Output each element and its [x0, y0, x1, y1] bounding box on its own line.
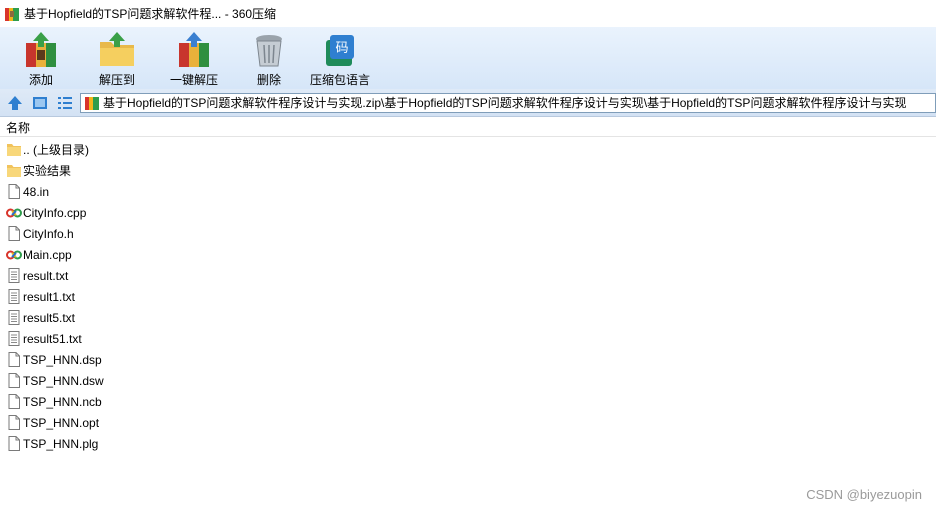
file-list: .. (上级目录) 实验结果 48.in CityInfo.cpp CityInfo.h… — [0, 139, 936, 454]
list-item[interactable]: 实验结果 — [0, 160, 936, 181]
address-bar[interactable]: 基于Hopfield的TSP问题求解软件程序设计与实现.zip\基于Hopfie… — [80, 92, 936, 113]
list-item[interactable]: TSP_HNN.dsp — [0, 349, 936, 370]
file-icon — [8, 184, 20, 199]
file-name: TSP_HNN.opt — [23, 415, 100, 430]
file-icon — [8, 436, 20, 451]
file-name: result51.txt — [23, 331, 82, 346]
list-header: 名称 — [0, 118, 936, 137]
file-name: result5.txt — [23, 310, 76, 325]
text-file-icon — [8, 331, 20, 346]
list-item[interactable]: TSP_HNN.ncb — [0, 391, 936, 412]
file-name: CityInfo.cpp — [23, 205, 87, 220]
watermark: CSDN @biyezuopin — [806, 487, 922, 502]
text-file-icon — [8, 289, 20, 304]
list-item[interactable]: TSP_HNN.opt — [0, 412, 936, 433]
list-item[interactable]: Main.cpp — [0, 244, 936, 265]
list-item[interactable]: CityInfo.h — [0, 223, 936, 244]
add-archive-icon — [26, 32, 56, 67]
archive-app-icon — [5, 7, 19, 21]
file-icon — [8, 394, 20, 409]
extract-to-label: 解压到 — [98, 73, 135, 87]
file-icon — [8, 226, 20, 241]
folder-icon — [7, 165, 21, 177]
comment-icon-glyph: 码 — [335, 41, 348, 56]
address-row: 基于Hopfield的TSP问题求解软件程序设计与实现.zip\基于Hopfie… — [0, 89, 936, 117]
file-name: Main.cpp — [23, 247, 72, 262]
list-item[interactable]: 48.in — [0, 181, 936, 202]
file-name: result.txt — [23, 268, 69, 283]
archive-comment-label: 压缩包语言 — [310, 73, 371, 87]
file-name: 实验结果 — [23, 164, 72, 178]
list-item[interactable]: CityInfo.cpp — [0, 202, 936, 223]
delete-button[interactable]: 删除 — [249, 27, 289, 89]
file-name: TSP_HNN.plg — [23, 436, 99, 451]
zip-archive-icon — [85, 96, 99, 110]
text-file-icon — [8, 310, 20, 325]
one-click-extract-button[interactable]: 一键解压 — [168, 27, 220, 89]
large-icon-view-icon[interactable] — [31, 94, 49, 112]
archive-comment-icon: 码 — [326, 35, 354, 66]
list-item[interactable]: result51.txt — [0, 328, 936, 349]
add-label: 添加 — [28, 73, 53, 87]
file-name: .. (上级目录) — [23, 143, 89, 157]
list-item[interactable]: TSP_HNN.dsw — [0, 370, 936, 391]
file-name: TSP_HNN.dsw — [23, 373, 104, 388]
list-item[interactable]: .. (上级目录) — [0, 139, 936, 160]
file-name: CityInfo.h — [23, 226, 74, 241]
file-icon — [8, 373, 20, 388]
extract-folder-icon — [100, 32, 134, 66]
file-name: result1.txt — [23, 289, 76, 304]
list-item[interactable]: result1.txt — [0, 286, 936, 307]
add-button[interactable]: 添加 — [21, 27, 61, 89]
cpp-file-icon — [6, 250, 22, 260]
file-icon — [8, 352, 20, 367]
window-title: 基于Hopfield的TSP问题求解软件程... - 360压缩 — [24, 7, 277, 21]
list-view-icon[interactable] — [56, 94, 74, 112]
file-name: TSP_HNN.dsp — [23, 352, 102, 367]
one-click-extract-icon — [179, 32, 209, 67]
extract-to-button[interactable]: 解压到 — [97, 27, 137, 89]
file-name: TSP_HNN.ncb — [23, 394, 102, 409]
list-item[interactable]: TSP_HNN.plg — [0, 433, 936, 454]
file-name: 48.in — [23, 184, 50, 199]
one-click-extract-label: 一键解压 — [169, 73, 218, 87]
title-bar: 基于Hopfield的TSP问题求解软件程... - 360压缩 — [0, 0, 936, 27]
cpp-file-icon — [6, 208, 22, 218]
list-item[interactable]: result5.txt — [0, 307, 936, 328]
archive-comment-button[interactable]: 码 压缩包语言 — [310, 27, 370, 89]
column-header-name[interactable]: 名称 — [6, 119, 30, 136]
delete-label: 删除 — [256, 73, 281, 87]
text-file-icon — [8, 268, 20, 283]
up-arrow-icon[interactable] — [6, 94, 24, 112]
address-path: 基于Hopfield的TSP问题求解软件程序设计与实现.zip\基于Hopfie… — [103, 96, 907, 110]
list-item[interactable]: result.txt — [0, 265, 936, 286]
file-icon — [8, 415, 20, 430]
toolbar: 添加 解压到 一键解压 删除 码 压缩包语言 — [0, 27, 936, 89]
trash-icon — [256, 35, 282, 67]
folder-icon — [7, 144, 21, 156]
